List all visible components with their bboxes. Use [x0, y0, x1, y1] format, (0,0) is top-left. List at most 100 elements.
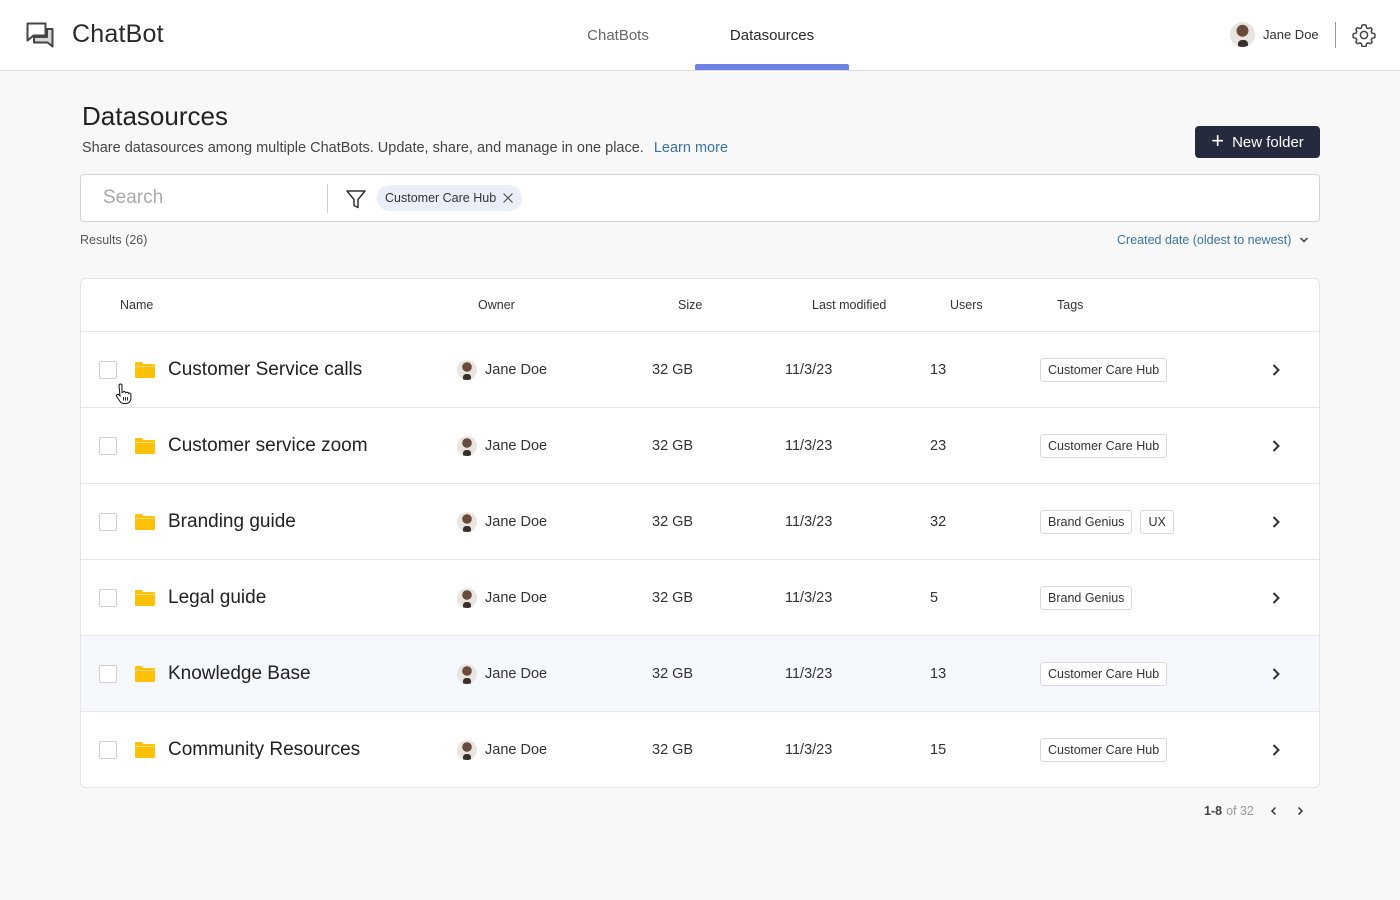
last-modified-cell: 11/3/23: [785, 514, 833, 530]
last-modified-cell: 11/3/23: [785, 742, 833, 758]
users-cell: 15: [930, 742, 947, 758]
row-checkbox[interactable]: [99, 361, 117, 379]
table-row[interactable]: Knowledge Base Jane Doe 32 GB 11/3/23 13…: [81, 636, 1319, 712]
page-subtitle: Share datasources among multiple ChatBot…: [82, 140, 728, 156]
page-title: Datasources: [82, 101, 228, 131]
user-menu[interactable]: Jane Doe: [1230, 22, 1319, 47]
user-avatar: [1230, 22, 1255, 47]
chevron-right-icon[interactable]: [1269, 742, 1283, 758]
users-cell: 13: [930, 362, 947, 378]
size-cell: 32 GB: [652, 590, 694, 606]
chevron-right-icon[interactable]: [1269, 666, 1283, 682]
users-cell: 13: [930, 666, 947, 682]
folder-icon: [135, 666, 155, 682]
pagination-range: 1-8: [1204, 804, 1223, 818]
filter-icon[interactable]: [345, 188, 367, 210]
datasource-name[interactable]: Branding guide: [168, 484, 296, 560]
column-header-owner[interactable]: Owner: [478, 298, 515, 312]
column-header-name[interactable]: Name: [120, 298, 153, 312]
previous-page-icon[interactable]: [1268, 805, 1280, 817]
size-cell: 32 GB: [652, 742, 694, 758]
tab-datasources[interactable]: Datasources: [695, 0, 849, 70]
chat-bubbles-icon: [26, 22, 54, 47]
row-checkbox[interactable]: [99, 665, 117, 683]
table-header: Name Owner Size Last modified Users Tags: [81, 279, 1319, 332]
folder-icon: [135, 438, 155, 454]
top-navigation-bar: ChatBot ChatBots Datasources Jane Doe: [0, 0, 1400, 71]
table-row[interactable]: Branding guide Jane Doe 32 GB 11/3/23 32…: [81, 484, 1319, 560]
owner-avatar: [457, 740, 477, 760]
owner-name: Jane Doe: [485, 362, 548, 378]
chevron-right-icon[interactable]: [1269, 590, 1283, 606]
close-icon[interactable]: [502, 192, 514, 204]
tag-badge[interactable]: Brand Genius: [1040, 510, 1133, 534]
owner-cell: Jane Doe: [457, 332, 547, 408]
column-header-users[interactable]: Users: [950, 298, 983, 312]
user-name: Jane Doe: [1263, 27, 1319, 42]
search-divider: [327, 184, 328, 213]
new-folder-label: New folder: [1232, 133, 1304, 151]
sort-dropdown[interactable]: Created date (oldest to newest): [1117, 233, 1309, 247]
results-count: Results (26): [80, 233, 148, 247]
chevron-right-icon[interactable]: [1269, 438, 1283, 454]
owner-name: Jane Doe: [485, 438, 548, 454]
gear-icon[interactable]: [1352, 23, 1376, 47]
column-header-size[interactable]: Size: [678, 298, 702, 312]
owner-name: Jane Doe: [485, 514, 548, 530]
table-row[interactable]: Customer service zoom Jane Doe 32 GB 11/…: [81, 408, 1319, 484]
app-logo[interactable]: ChatBot: [26, 20, 164, 49]
tags-cell: Customer Care Hub: [1040, 408, 1175, 484]
tag-badge[interactable]: UX: [1140, 510, 1174, 534]
size-cell: 32 GB: [652, 438, 694, 454]
folder-icon: [135, 514, 155, 530]
size-cell: 32 GB: [652, 362, 694, 378]
column-header-tags[interactable]: Tags: [1057, 298, 1083, 312]
tag-badge[interactable]: Customer Care Hub: [1040, 434, 1168, 458]
owner-avatar: [457, 436, 477, 456]
search-input[interactable]: [103, 185, 323, 211]
datasource-name[interactable]: Knowledge Base: [168, 636, 311, 712]
owner-cell: Jane Doe: [457, 712, 547, 787]
chevron-right-icon[interactable]: [1269, 514, 1283, 530]
tag-badge[interactable]: Customer Care Hub: [1040, 738, 1168, 762]
table-row[interactable]: Customer Service calls Jane Doe 32 GB 11…: [81, 332, 1319, 408]
owner-cell: Jane Doe: [457, 408, 547, 484]
chevron-right-icon[interactable]: [1269, 362, 1283, 378]
tag-badge[interactable]: Customer Care Hub: [1040, 358, 1168, 382]
last-modified-cell: 11/3/23: [785, 590, 833, 606]
search-bar: Customer Care Hub: [80, 174, 1320, 222]
chevron-down-icon: [1300, 237, 1309, 243]
owner-avatar: [457, 588, 477, 608]
last-modified-cell: 11/3/23: [785, 362, 833, 378]
users-cell: 23: [930, 438, 947, 454]
column-header-last-modified[interactable]: Last modified: [812, 298, 886, 312]
owner-cell: Jane Doe: [457, 560, 547, 636]
row-checkbox[interactable]: [99, 513, 117, 531]
plus-icon: +: [1211, 128, 1225, 153]
tab-chatbots[interactable]: ChatBots: [570, 0, 666, 70]
datasource-name[interactable]: Legal guide: [168, 560, 266, 636]
tag-badge[interactable]: Brand Genius: [1040, 586, 1133, 610]
datasource-name[interactable]: Community Resources: [168, 712, 360, 787]
tags-cell: Customer Care Hub: [1040, 636, 1175, 712]
datasource-name[interactable]: Customer service zoom: [168, 408, 368, 484]
app-title: ChatBot: [72, 20, 164, 48]
table-row[interactable]: Community Resources Jane Doe 32 GB 11/3/…: [81, 712, 1319, 787]
owner-cell: Jane Doe: [457, 484, 547, 560]
tag-badge[interactable]: Customer Care Hub: [1040, 662, 1168, 686]
learn-more-link[interactable]: Learn more: [654, 140, 728, 156]
table-row[interactable]: Legal guide Jane Doe 32 GB 11/3/23 5 Bra…: [81, 560, 1319, 636]
tags-cell: Brand Genius UX: [1040, 484, 1182, 560]
datasource-name[interactable]: Customer Service calls: [168, 332, 362, 408]
size-cell: 32 GB: [652, 666, 694, 682]
new-folder-button[interactable]: + New folder: [1195, 126, 1320, 158]
row-checkbox[interactable]: [99, 437, 117, 455]
owner-avatar: [457, 512, 477, 532]
tags-cell: Brand Genius: [1040, 560, 1140, 636]
next-page-icon[interactable]: [1294, 805, 1306, 817]
row-checkbox[interactable]: [99, 589, 117, 607]
row-checkbox[interactable]: [99, 741, 117, 759]
tags-cell: Customer Care Hub: [1040, 712, 1175, 787]
tab-chatbots-label: ChatBots: [587, 26, 649, 44]
users-cell: 5: [930, 590, 939, 606]
